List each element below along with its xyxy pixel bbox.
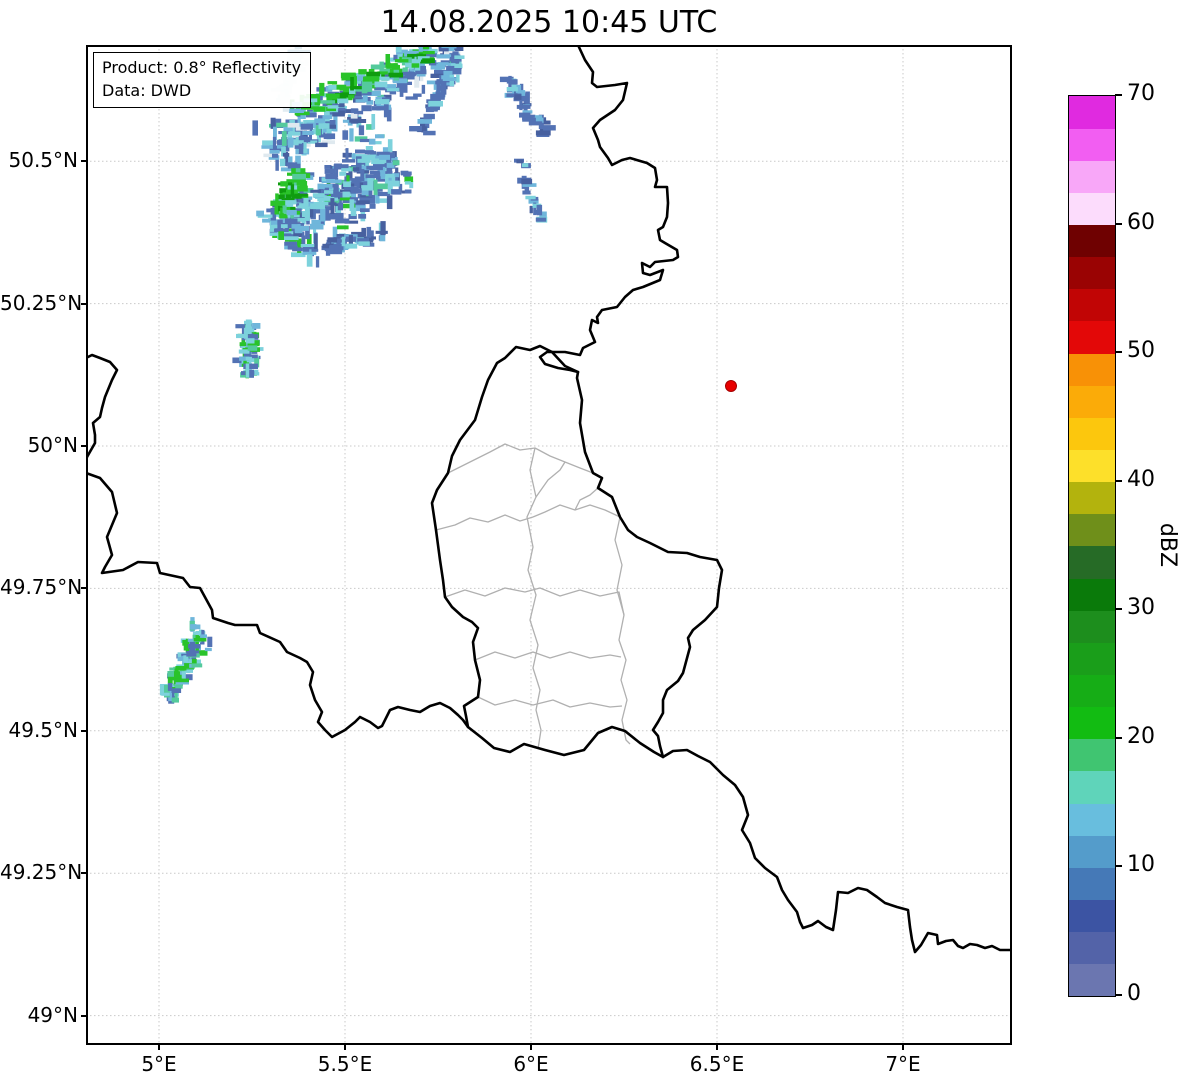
- colorbar-segment: [1069, 771, 1115, 804]
- colorbar-segment: [1069, 642, 1115, 676]
- radar-figure: 14.08.2025 10:45 UTC Product: 0.8° Refle…: [0, 0, 1202, 1081]
- colorbar-segment: [1069, 513, 1115, 547]
- x-tick-label: 5.5°E: [317, 1052, 373, 1076]
- colorbar-segment: [1069, 674, 1115, 708]
- x-axis-tick: [530, 1045, 532, 1050]
- colorbar-tick-label: 10: [1127, 852, 1155, 878]
- y-tick-label: 49.75°N: [0, 575, 83, 600]
- colorbar-tick: [1115, 351, 1122, 354]
- data-source-line: Data: DWD: [102, 81, 192, 100]
- colorbar-segment: [1069, 706, 1115, 740]
- radar-echoes: [159, 45, 556, 704]
- colorbar-segment: [1069, 931, 1115, 965]
- colorbar-tick-label: 70: [1127, 81, 1155, 106]
- x-axis-tick: [158, 1045, 160, 1050]
- y-tick-label: 49.5°N: [8, 717, 79, 742]
- colorbar-segment: [1069, 481, 1115, 515]
- y-tick-label: 50°N: [27, 433, 78, 457]
- radar-site-marker: [725, 380, 737, 392]
- x-tick-label: 6°E: [513, 1052, 549, 1076]
- colorbar-segment: [1069, 578, 1115, 611]
- y-tick-label: 50.25°N: [0, 290, 83, 315]
- x-tick-label: 5°E: [141, 1052, 177, 1076]
- colorbar-tick: [1115, 608, 1122, 611]
- colorbar-tick-label: 60: [1127, 209, 1155, 235]
- colorbar-tick: [1115, 479, 1122, 482]
- colorbar-tick: [1115, 94, 1122, 96]
- colorbar-segment: [1069, 899, 1115, 933]
- colorbar-segment: [1069, 385, 1115, 418]
- colorbar-tick-label: 50: [1127, 338, 1155, 364]
- colorbar-tick: [1115, 736, 1122, 739]
- y-axis-tick: [81, 160, 86, 163]
- x-axis-tick: [344, 1045, 346, 1050]
- x-tick-label: 6.5°E: [689, 1052, 745, 1076]
- colorbar-segment: [1069, 288, 1115, 322]
- colorbar-segment: [1069, 449, 1115, 483]
- product-info-box: Product: 0.8° Reflectivity Data: DWD: [93, 52, 312, 108]
- x-axis-tick: [902, 1045, 904, 1050]
- colorbar-tick: [1115, 994, 1122, 996]
- x-tick-label: 7°E: [885, 1052, 921, 1076]
- colorbar-segment: [1069, 738, 1115, 772]
- colorbar-segment: [1069, 546, 1115, 579]
- colorbar-tick-label: 30: [1127, 595, 1155, 621]
- colorbar-axis-label: dBZ: [1155, 522, 1180, 568]
- colorbar-tick-label: 0: [1127, 981, 1141, 1006]
- colorbar-segment: [1069, 610, 1115, 643]
- colorbar-segment: [1069, 256, 1115, 290]
- y-tick-label: 50.5°N: [8, 148, 79, 173]
- colorbar-segment: [1069, 192, 1115, 226]
- y-axis-tick: [81, 1014, 86, 1017]
- national-borders: [86, 45, 1012, 954]
- colorbar-tick: [1115, 865, 1122, 868]
- colorbar-segment: [1069, 835, 1115, 868]
- colorbar-segment: [1069, 224, 1115, 258]
- colorbar-segment: [1069, 867, 1115, 901]
- colorbar-segment: [1069, 160, 1115, 193]
- y-axis-tick: [81, 445, 86, 447]
- product-info-line: Product: 0.8° Reflectivity: [102, 58, 302, 77]
- colorbar-segment: [1069, 417, 1115, 451]
- figure-title: 14.08.2025 10:45 UTC: [380, 5, 718, 40]
- colorbar-segment: [1069, 321, 1115, 354]
- y-axis-tick: [81, 729, 86, 732]
- colorbar-segment: [1069, 353, 1115, 386]
- y-tick-label: 49°N: [27, 1002, 78, 1027]
- colorbar-segment: [1069, 803, 1115, 836]
- colorbar-segment: [1069, 963, 1115, 996]
- colorbar: [1068, 95, 1116, 997]
- colorbar-segment: [1069, 96, 1115, 129]
- map-plot-area: [86, 45, 1012, 1045]
- colorbar-segment: [1069, 128, 1115, 161]
- colorbar-tick-label: 40: [1127, 466, 1155, 492]
- colorbar-tick: [1115, 222, 1122, 225]
- y-tick-label: 49.25°N: [0, 860, 83, 885]
- x-axis-tick: [716, 1045, 718, 1050]
- colorbar-tick-label: 20: [1127, 723, 1155, 749]
- map-canvas: [86, 45, 1012, 1045]
